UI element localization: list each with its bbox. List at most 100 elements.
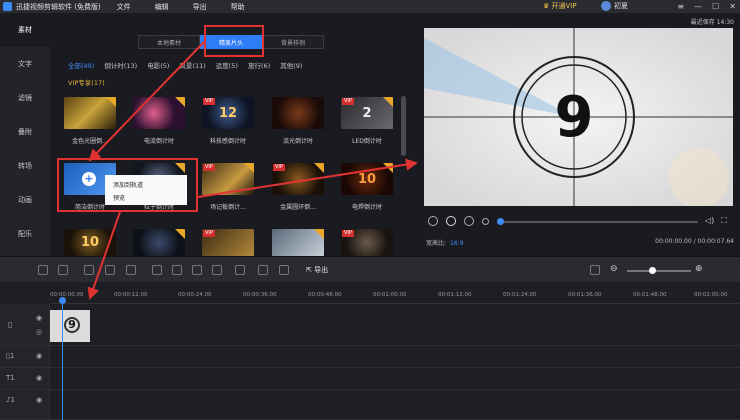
timeline: 00:00:00.00 00:00:12.00 00:00:24.00 00:0…	[0, 282, 740, 420]
category-sport[interactable]: 运度(5)	[216, 60, 238, 70]
template-thumb[interactable]: VIP 2	[341, 97, 393, 129]
category-movie[interactable]: 电影(5)	[147, 60, 169, 70]
template-thumb[interactable]: 10	[341, 163, 393, 195]
sidebar-item-text[interactable]: 文字	[0, 47, 50, 81]
rotate-icon[interactable]	[192, 265, 202, 275]
category-travel[interactable]: 旅行(6)	[248, 60, 270, 70]
zoom-in-icon[interactable]: ⊕	[695, 264, 703, 274]
progress-bar[interactable]	[498, 221, 698, 223]
vip-badge: VIP	[203, 164, 215, 171]
prev-frame-icon[interactable]	[428, 216, 438, 226]
menu-edit[interactable]: 编辑	[155, 2, 169, 12]
menu-export[interactable]: 导出	[193, 2, 207, 12]
menu-icon[interactable]: ≡	[677, 2, 684, 11]
text-track[interactable]: T1 ◉	[0, 368, 740, 390]
template-thumb[interactable]: VIP	[341, 229, 393, 256]
category-all[interactable]: 全部(49)	[68, 60, 94, 70]
template-thumb[interactable]	[133, 229, 185, 256]
template-thumb[interactable]: VIP	[202, 163, 254, 195]
sidebar-item-material[interactable]: 素材	[0, 13, 50, 47]
sidebar-item-music[interactable]: 配乐	[0, 217, 50, 251]
zoom-handle[interactable]	[649, 267, 656, 274]
progress-handle[interactable]	[497, 218, 504, 225]
open-vip-button[interactable]: ♛ 开通VIP	[543, 1, 577, 11]
eye-icon[interactable]: ◉	[36, 314, 42, 322]
category-scenery[interactable]: 风景(11)	[179, 60, 205, 70]
redo-icon[interactable]	[58, 265, 68, 275]
play-icon[interactable]	[446, 216, 456, 226]
time-ruler[interactable]: 00:00:00.00 00:00:12.00 00:00:24.00 00:0…	[50, 282, 740, 304]
eye-icon[interactable]: ◉	[36, 396, 42, 404]
template-label: 场记板倒计...	[210, 204, 246, 211]
music-track[interactable]: ♪1 ◉	[0, 390, 740, 420]
stop-icon[interactable]	[482, 218, 489, 225]
trim-icon[interactable]	[152, 265, 162, 275]
menu-help[interactable]: 帮助	[231, 2, 245, 12]
template-thumb[interactable]: VIP	[272, 163, 324, 195]
zoom-out-icon[interactable]: ⊖	[610, 264, 618, 274]
category-other[interactable]: 其他(9)	[280, 60, 302, 70]
volume-icon[interactable]: ◁)	[705, 216, 714, 225]
eye-icon[interactable]: ◉	[36, 352, 42, 360]
playhead[interactable]	[62, 297, 63, 420]
sidebar-item-animation[interactable]: 动画	[0, 183, 50, 217]
timeline-clip[interactable]: 9	[50, 310, 90, 342]
overlay-track[interactable]: ▯1 ◉	[0, 346, 740, 368]
ruler-label: 00:02:00.00	[694, 292, 728, 298]
ruler-label: 00:01:48.00	[633, 292, 667, 298]
countdown-frame: 9	[424, 28, 733, 206]
copy-icon[interactable]	[172, 265, 182, 275]
delete-icon[interactable]	[126, 265, 136, 275]
track-header: T1 ◉	[0, 368, 50, 389]
sidebar-item-filter[interactable]: 滤镜	[0, 81, 50, 115]
crop-icon[interactable]	[105, 265, 115, 275]
template-thumb[interactable]: 10	[64, 229, 116, 256]
fullscreen-icon[interactable]: ⛶	[721, 216, 727, 226]
template-thumb[interactable]: VIP	[202, 229, 254, 256]
template-thumb[interactable]	[272, 229, 324, 256]
video-track[interactable]: ▯ ◉ ◎	[0, 304, 740, 346]
library-scrollbar[interactable]	[401, 96, 406, 156]
maximize-icon[interactable]: ☐	[712, 2, 719, 11]
tab-background-samples[interactable]: 背景样例	[262, 35, 324, 49]
mic-icon[interactable]	[258, 265, 268, 275]
vip-corner-icon	[383, 163, 393, 173]
split-icon[interactable]	[84, 265, 94, 275]
next-frame-icon[interactable]	[464, 216, 474, 226]
audio-icon[interactable]	[279, 265, 289, 275]
playback-controls: ◁) ⛶	[424, 214, 733, 228]
close-icon[interactable]: ✕	[729, 2, 736, 11]
zoom-slider[interactable]	[627, 270, 691, 272]
aspect-ratio[interactable]: 宽高比: 16:9	[426, 238, 464, 247]
undo-icon[interactable]	[38, 265, 48, 275]
minimize-icon[interactable]: —	[694, 2, 702, 11]
speed-icon[interactable]	[212, 265, 222, 275]
tab-local-material[interactable]: 本地素材	[138, 35, 200, 49]
vip-label: 开通VIP	[551, 2, 577, 10]
template-thumb[interactable]	[272, 97, 324, 129]
export-label: 导出	[314, 266, 329, 274]
menu-item-add-to-track[interactable]: 添加到轨道	[105, 178, 187, 191]
template-thumb[interactable]	[133, 97, 185, 129]
template-label: 电焊倒计时	[351, 204, 382, 211]
category-vip[interactable]: VIP专享(17)	[68, 77, 105, 87]
lock-icon[interactable]: ◎	[36, 328, 42, 336]
category-countdown[interactable]: 倒计时(13)	[104, 60, 137, 70]
template-label: 流光倒计时	[282, 138, 313, 145]
fit-icon[interactable]	[590, 265, 600, 275]
menu-file[interactable]: 文件	[117, 2, 131, 12]
export-button[interactable]: ⇱ 导出	[306, 265, 328, 275]
aspect-value: 16:9	[450, 240, 464, 247]
sidebar-item-transition[interactable]: 转场	[0, 149, 50, 183]
template-thumb[interactable]: VIP 12	[202, 97, 254, 129]
menu-item-preview[interactable]: 预览	[105, 191, 187, 204]
template-thumb[interactable]	[64, 97, 116, 129]
vip-corner-icon	[244, 163, 254, 173]
vip-badge: VIP	[342, 230, 354, 237]
sidebar-item-overlay[interactable]: 叠附	[0, 115, 50, 149]
duration-icon[interactable]	[235, 265, 245, 275]
user-account[interactable]: 初夏	[601, 1, 628, 11]
vip-corner-icon	[106, 97, 116, 107]
template-label: 电流倒计时	[143, 138, 174, 145]
eye-icon[interactable]: ◉	[36, 374, 42, 382]
